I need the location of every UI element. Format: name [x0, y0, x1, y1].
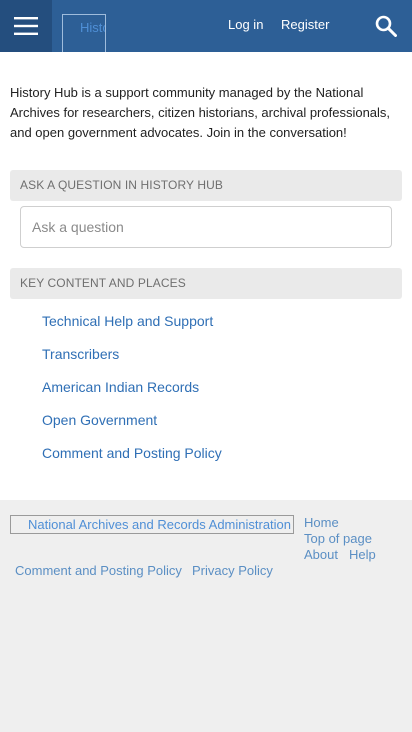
link-american-indian-records[interactable]: American Indian Records — [42, 379, 199, 395]
link-technical-help[interactable]: Technical Help and Support — [42, 313, 213, 329]
footer-top-of-page-link[interactable]: Top of page — [304, 531, 372, 547]
nara-logo-text: National Archives and Records Administra… — [28, 517, 292, 532]
nara-logo[interactable]: National Archives and Records Administra… — [10, 515, 294, 534]
footer-about-link[interactable]: About — [304, 547, 338, 563]
key-content-heading: KEY CONTENT AND PLACES — [10, 268, 402, 299]
search-button[interactable] — [372, 12, 400, 40]
footer-help-link[interactable]: Help — [349, 547, 376, 563]
link-transcribers[interactable]: Transcribers — [42, 346, 119, 362]
search-icon — [375, 15, 397, 37]
logo-text: History Hub — [80, 20, 105, 35]
hamburger-menu-icon — [14, 17, 38, 35]
footer-privacy-policy-link[interactable]: Privacy Policy — [192, 563, 273, 579]
main-content: History Hub is a support community manag… — [0, 52, 412, 500]
login-link[interactable]: Log in — [228, 17, 263, 32]
ask-question-input[interactable] — [20, 206, 392, 248]
list-item: Open Government — [42, 410, 222, 443]
footer-comment-policy-link[interactable]: Comment and Posting Policy — [15, 563, 182, 579]
intro-text: History Hub is a support community manag… — [10, 85, 391, 140]
page: History Hub Log in Register History Hub … — [0, 0, 412, 732]
list-item: Technical Help and Support — [42, 311, 222, 344]
ask-question-heading: ASK A QUESTION IN HISTORY HUB — [10, 170, 402, 201]
register-link[interactable]: Register — [281, 17, 329, 32]
list-item: American Indian Records — [42, 377, 222, 410]
link-open-government[interactable]: Open Government — [42, 412, 157, 428]
list-item: Transcribers — [42, 344, 222, 377]
footer-home-link[interactable]: Home — [304, 515, 339, 531]
key-content-list: Technical Help and Support Transcribers … — [42, 311, 222, 476]
site-header: History Hub Log in Register — [0, 0, 412, 52]
site-footer: National Archives and Records Administra… — [0, 500, 412, 732]
history-hub-logo[interactable]: History Hub — [62, 14, 106, 52]
list-item: Comment and Posting Policy — [42, 443, 222, 476]
menu-button[interactable] — [0, 0, 52, 52]
link-comment-posting-policy[interactable]: Comment and Posting Policy — [42, 445, 222, 461]
